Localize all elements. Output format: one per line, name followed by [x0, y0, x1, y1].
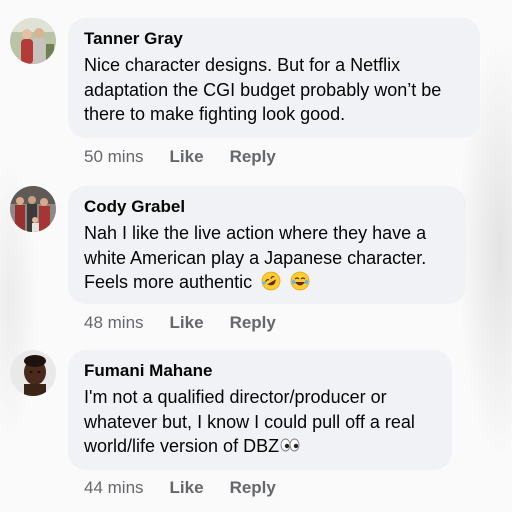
- like-button[interactable]: Like: [170, 478, 204, 498]
- comment-actions: 48 mins Like Reply: [84, 313, 276, 333]
- comment-text: Nice character designs. But for a Netfli…: [84, 55, 442, 124]
- avatar[interactable]: [10, 350, 56, 396]
- comment-actions: 44 mins Like Reply: [84, 478, 276, 498]
- comment-bubble: Cody Grabel Nah I like the live action w…: [68, 186, 466, 304]
- comment-author[interactable]: Fumani Mahane: [84, 360, 436, 382]
- like-button[interactable]: Like: [170, 147, 204, 167]
- comment-timestamp[interactable]: 44 mins: [84, 478, 144, 498]
- avatar-photo-icon: [10, 186, 56, 232]
- eyes-emoji: [280, 438, 300, 452]
- comment-thread: Tanner Gray Nice character designs. But …: [0, 0, 512, 512]
- tears-of-joy-emoji: [290, 271, 310, 291]
- avatar[interactable]: [10, 186, 56, 232]
- avatar[interactable]: [10, 18, 56, 64]
- avatar-photo-icon: [10, 350, 56, 396]
- comment-timestamp[interactable]: 48 mins: [84, 313, 144, 333]
- like-button[interactable]: Like: [170, 313, 204, 333]
- avatar-photo-icon: [10, 18, 56, 64]
- rolling-on-floor-laughing-emoji: [261, 271, 281, 291]
- comment-text-content: Nah I like the live action where they ha…: [84, 223, 427, 292]
- comment-text-content: I'm not a qualified director/producer or…: [84, 387, 415, 456]
- reply-button[interactable]: Reply: [230, 313, 276, 333]
- comment-bubble: Fumani Mahane I'm not a qualified direct…: [68, 350, 452, 470]
- reply-button[interactable]: Reply: [230, 147, 276, 167]
- comment-timestamp[interactable]: 50 mins: [84, 147, 144, 167]
- comment-bubble: Tanner Gray Nice character designs. But …: [68, 18, 480, 138]
- comment-text: Nah I like the live action where they ha…: [84, 221, 450, 295]
- reply-button[interactable]: Reply: [230, 478, 276, 498]
- comment-text: I'm not a qualified director/producer or…: [84, 385, 436, 459]
- comment-author[interactable]: Cody Grabel: [84, 196, 450, 218]
- comment-actions: 50 mins Like Reply: [84, 147, 276, 167]
- comment-author[interactable]: Tanner Gray: [84, 28, 464, 50]
